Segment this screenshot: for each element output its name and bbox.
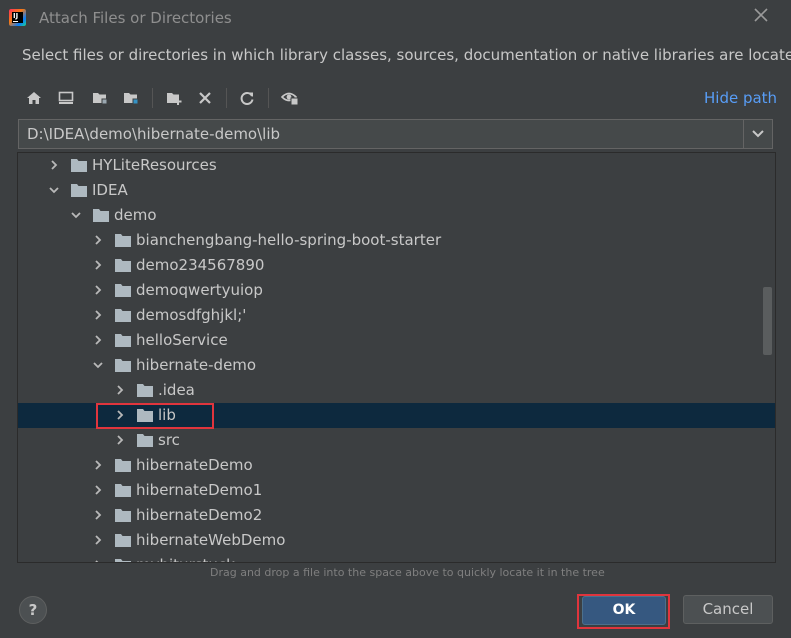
folder-icon [115,559,131,562]
tree-row[interactable]: hibernateDemo2 [18,503,775,528]
tree-row[interactable]: demoqwertyuiop [18,278,775,303]
module-folder-icon[interactable] [119,86,143,110]
tree-row-label: HYLiteResources [92,156,217,174]
tree-row-label: demoqwertyuiop [136,281,263,299]
folder-icon [137,434,153,447]
tree-row[interactable]: demo234567890 [18,253,775,278]
tree-row[interactable]: helloService [18,328,775,353]
cancel-button[interactable]: Cancel [683,595,773,624]
tree-row[interactable]: bianchengbang-hello-spring-boot-starter [18,228,775,253]
tree-row-label: hibernate-demo [136,356,257,374]
folder-icon [93,209,109,222]
folder-icon [115,359,131,372]
dialog-description: Select files or directories in which lib… [22,46,791,64]
chevron-right-icon[interactable] [92,309,104,321]
refresh-icon[interactable] [235,86,259,110]
chevron-right-icon[interactable] [92,334,104,346]
close-icon[interactable] [752,8,770,26]
chevron-right-icon[interactable] [92,559,104,563]
tree-row-label: demo234567890 [136,256,265,274]
title-bar: IJ Attach Files or Directories [0,0,791,36]
delete-icon[interactable] [193,86,217,110]
chevron-right-icon[interactable] [92,484,104,496]
folder-icon [115,484,131,497]
tree-row-label: hibernateWebDemo [136,531,286,549]
home-icon[interactable] [22,86,46,110]
file-tree[interactable]: HYLiteResources IDEA demo bianchengbang-hel… [17,152,776,563]
chevron-right-icon[interactable] [48,159,60,171]
chevron-right-icon[interactable] [92,234,104,246]
tree-row[interactable]: HYLiteResources [18,153,775,178]
tree-row[interactable]: demosdfghjkl;' [18,303,775,328]
folder-icon [115,334,131,347]
chevron-down-icon[interactable] [92,359,104,371]
tree-row-label: hibernateDemo [136,456,253,474]
chevron-down-icon[interactable] [70,209,82,221]
chevron-right-icon[interactable] [92,259,104,271]
tree-row-label: helloService [136,331,228,349]
path-input[interactable]: D:\IDEA\demo\hibernate-demo\lib [27,125,280,143]
tree-row-label: .idea [158,381,195,399]
intellij-logo-icon: IJ [9,9,26,26]
tree-row[interactable]: .idea [18,378,775,403]
folder-icon [115,459,131,472]
folder-icon [71,184,87,197]
tree-row[interactable]: mybiturstuck [18,553,775,563]
show-hidden-icon[interactable] [278,86,302,110]
hide-path-link[interactable]: Hide path [704,89,777,107]
tree-row[interactable]: hibernateDemo1 [18,478,775,503]
chevron-down-icon[interactable] [48,184,60,196]
toolbar-separator [268,88,269,108]
tree-row-label: demosdfghjkl;' [136,306,247,324]
chevron-right-icon[interactable] [92,509,104,521]
folder-icon [115,534,131,547]
tree-row[interactable]: demo [18,203,775,228]
tree-row[interactable]: hibernateWebDemo [18,528,775,553]
tree-row[interactable]: hibernate-demo [18,353,775,378]
tree-row-label: hibernateDemo1 [136,481,263,499]
folder-icon [137,384,153,397]
window-title: Attach Files or Directories [39,9,232,27]
tree-scrollbar[interactable] [763,287,772,355]
tree-row-label: IDEA [92,181,128,199]
chevron-right-icon[interactable] [92,534,104,546]
lib-highlight-box [96,403,214,429]
project-folder-icon[interactable] [88,86,112,110]
folder-icon [115,309,131,322]
folder-icon [71,159,87,172]
folder-icon [115,234,131,247]
tree-row[interactable]: hibernateDemo [18,453,775,478]
drag-drop-hint: Drag and drop a file into the space abov… [210,566,605,579]
chevron-right-icon[interactable] [114,434,126,446]
folder-icon [115,284,131,297]
tree-row-label: bianchengbang-hello-spring-boot-starter [136,231,442,249]
path-combobox[interactable]: D:\IDEA\demo\hibernate-demo\lib [18,119,773,149]
folder-icon [115,259,131,272]
tree-row[interactable]: src [18,428,775,453]
toolbar-separator [226,88,227,108]
chevron-right-icon[interactable] [92,459,104,471]
help-button[interactable]: ? [19,596,47,624]
toolbar-separator [152,88,153,108]
tree-row-label: src [158,431,180,449]
tree-row-label: hibernateDemo2 [136,506,263,524]
folder-icon [115,509,131,522]
chevron-right-icon[interactable] [92,284,104,296]
tree-row[interactable]: IDEA [18,178,775,203]
desktop-icon[interactable] [54,86,78,110]
ok-button[interactable]: OK [582,596,666,625]
tree-row-label: mybiturstuck [136,556,235,562]
tree-row-label: demo [114,206,157,224]
chevron-down-icon[interactable] [743,120,772,148]
chevron-right-icon[interactable] [114,384,126,396]
new-folder-icon[interactable] [162,86,186,110]
